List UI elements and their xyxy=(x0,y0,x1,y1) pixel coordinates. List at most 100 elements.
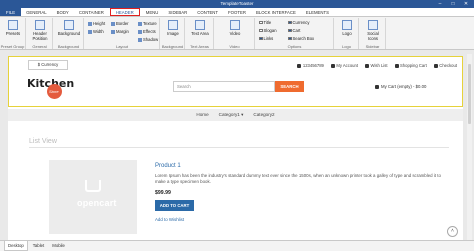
tab-body[interactable]: BODY xyxy=(52,8,74,16)
social-icons-button[interactable]: Social Icons xyxy=(363,20,383,41)
minimize-button[interactable]: – xyxy=(434,0,446,7)
tab-mobile[interactable]: Mobile xyxy=(49,241,68,251)
texture-icon xyxy=(138,21,142,26)
tab-footer[interactable]: FOOTER xyxy=(223,8,251,16)
tab-sidebar[interactable]: SIDEBAR xyxy=(163,8,192,16)
margin-icon xyxy=(111,29,115,34)
width-control[interactable]: Width xyxy=(88,29,104,34)
currency-checkbox[interactable] xyxy=(288,20,292,25)
tab-menu[interactable]: MENU xyxy=(141,8,164,16)
shopping-cart-link[interactable]: Shopping Cart xyxy=(394,63,427,68)
cart-summary-text: My Cart (empty) - $0.00 xyxy=(381,84,427,89)
top-links: 123456789 My Account Wish List Shopping … xyxy=(297,63,457,68)
menu-item-category2[interactable]: Category2 xyxy=(253,109,274,121)
video-button[interactable]: Video xyxy=(227,20,243,36)
search-button[interactable]: SEARCH xyxy=(275,81,304,92)
video-icon xyxy=(230,20,240,30)
cart-checkbox[interactable] xyxy=(288,28,292,33)
tab-block-interface[interactable]: BLOCK INTERFACE xyxy=(251,8,301,16)
effects-control[interactable]: Effects xyxy=(138,29,156,34)
maximize-button[interactable]: □ xyxy=(447,0,459,7)
border-control[interactable]: Border xyxy=(111,21,129,26)
image-icon xyxy=(168,20,178,30)
group-label-text-areas: Text Areas xyxy=(190,44,209,49)
group-label-social: Sidebar xyxy=(365,44,380,49)
header-position-label: Header Position xyxy=(32,31,48,41)
option-slogan-label: Slogan xyxy=(263,28,277,33)
shadow-control[interactable]: Shadow xyxy=(138,37,158,42)
search-box-checkbox[interactable] xyxy=(288,36,292,41)
product-name[interactable]: Product 1 xyxy=(155,163,181,169)
tab-elements[interactable]: ELEMENTS xyxy=(301,8,334,16)
phone-link[interactable]: 123456789 xyxy=(297,63,324,68)
title-checkbox[interactable] xyxy=(259,20,263,25)
ribbon-tabs: FILE GENERAL BODY CONTAINER HEADER MENU … xyxy=(0,8,474,17)
slogan-checkbox[interactable] xyxy=(259,28,263,33)
search-input[interactable]: Search xyxy=(173,81,275,92)
option-currency[interactable]: Currency xyxy=(288,20,310,25)
group-layout: Height Border Width Margin Texture Effec… xyxy=(85,18,160,49)
shopping-cart-text: Shopping Cart xyxy=(400,63,427,68)
wish-list-link[interactable]: Wish List xyxy=(365,63,388,68)
option-cart[interactable]: Cart xyxy=(288,28,300,33)
effects-label: Effects xyxy=(143,29,156,34)
tab-file[interactable]: FILE xyxy=(0,8,22,16)
image-button[interactable]: Image xyxy=(164,20,182,36)
group-general: Header Position General xyxy=(27,18,53,49)
background-label: Background xyxy=(57,31,81,36)
presets-button[interactable]: Presets xyxy=(5,20,21,36)
header-position-icon xyxy=(35,20,45,30)
checkout-text: Checkout xyxy=(439,63,457,68)
opencart-logo-text: opencart xyxy=(77,198,117,208)
cart-summary[interactable]: My Cart (empty) - $0.00 xyxy=(375,84,426,89)
group-label-layout: Layout xyxy=(115,44,128,49)
vertical-scrollbar[interactable] xyxy=(467,54,472,240)
group-text-areas: Text Area Text Areas xyxy=(186,18,214,49)
width-label: Width xyxy=(93,29,104,34)
tab-header[interactable]: HEADER xyxy=(109,8,140,16)
currency-button[interactable]: $ Currency xyxy=(28,60,68,70)
back-to-top-icon[interactable]: ˄ xyxy=(447,226,458,237)
my-account-text: My Account xyxy=(336,63,359,68)
tab-general[interactable]: GENERAL xyxy=(21,8,52,16)
text-area-label: Text Area xyxy=(191,31,209,36)
group-image: Image Background xyxy=(161,18,185,49)
content-divider xyxy=(29,147,449,148)
group-label-general: General xyxy=(32,44,47,49)
option-title[interactable]: Title xyxy=(259,20,271,25)
background-button[interactable]: Background xyxy=(57,20,81,36)
header-section[interactable]: $ Currency 123456789 My Account Wish Lis… xyxy=(8,56,463,107)
add-to-wishlist-link[interactable]: Add to Wishlist xyxy=(155,217,184,222)
presets-label: Presets xyxy=(5,31,21,36)
menu-item-category1[interactable]: Category1 ▾ xyxy=(219,109,244,121)
option-search-box[interactable]: Search Box xyxy=(288,36,314,41)
checkout-link[interactable]: Checkout xyxy=(433,63,457,68)
phone-text: 123456789 xyxy=(302,63,324,68)
ribbon-panel: Presets Preset Group Header Position Gen… xyxy=(0,17,474,50)
menu-item-home[interactable]: Home xyxy=(196,109,208,121)
tab-content[interactable]: CONTENT xyxy=(192,8,223,16)
wish-list-text: Wish List xyxy=(370,63,388,68)
my-account-link[interactable]: My Account xyxy=(330,63,359,68)
tab-container[interactable]: CONTAINER xyxy=(74,8,109,16)
background-icon xyxy=(64,20,74,30)
header-position-button[interactable]: Header Position xyxy=(29,20,51,41)
links-checkbox[interactable] xyxy=(259,36,263,41)
texture-control[interactable]: Texture xyxy=(138,21,157,26)
option-slogan[interactable]: Slogan xyxy=(259,28,277,33)
close-button[interactable]: ✕ xyxy=(460,0,472,7)
margin-control[interactable]: Margin xyxy=(111,29,129,34)
group-label-presets: Preset Group xyxy=(0,44,25,49)
text-area-button[interactable]: Text Area xyxy=(190,20,210,36)
group-options: Title Slogan Links Currency Cart Search … xyxy=(256,18,334,49)
option-links[interactable]: Links xyxy=(259,36,273,41)
tab-desktop[interactable]: Desktop xyxy=(4,241,28,251)
tab-tablet[interactable]: Tablet xyxy=(30,241,47,251)
product-image[interactable]: opencart xyxy=(49,160,137,234)
height-control[interactable]: Height xyxy=(88,21,105,26)
height-label: Height xyxy=(93,21,106,26)
scrollbar-thumb[interactable] xyxy=(468,64,471,124)
menu-bar: Home Category1 ▾ Category2 xyxy=(8,109,463,121)
add-to-cart-button[interactable]: ADD TO CART xyxy=(155,200,194,211)
logo-button[interactable]: Logo xyxy=(339,20,355,36)
